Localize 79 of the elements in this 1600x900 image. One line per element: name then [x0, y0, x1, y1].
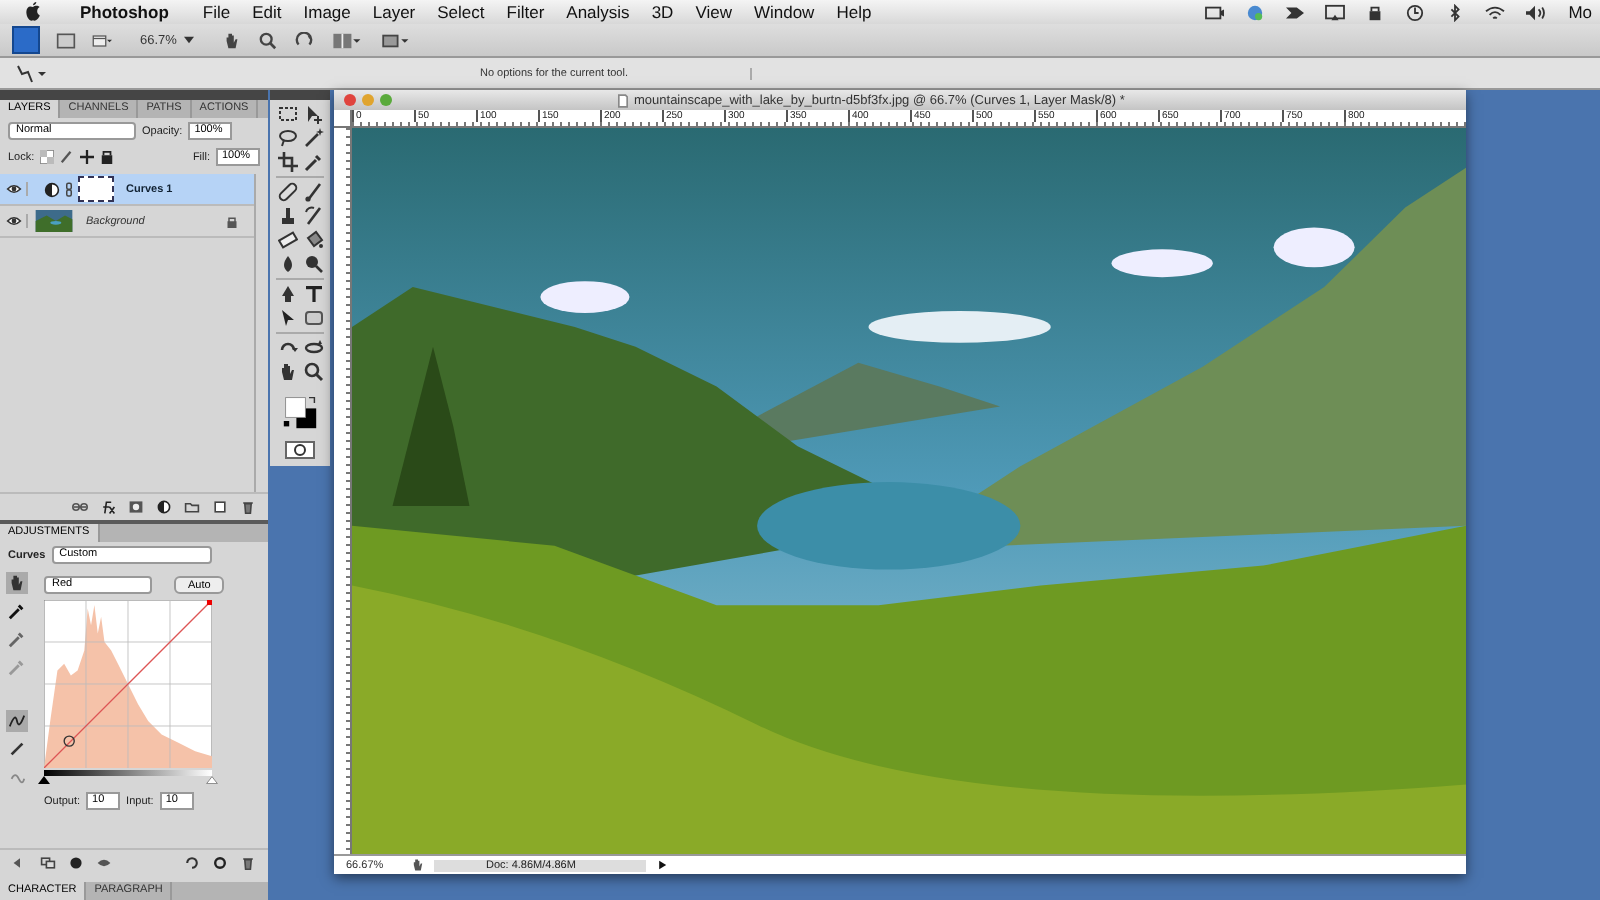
pointer-icon[interactable]	[277, 308, 297, 328]
crop-icon[interactable]	[277, 152, 297, 172]
landscape-thumbnail[interactable]	[34, 210, 74, 232]
hand-icon[interactable]	[6, 572, 28, 594]
tool-preset-icon[interactable]	[12, 61, 48, 85]
document-icon	[618, 93, 628, 107]
menu-item[interactable]: Layer	[372, 2, 416, 22]
clock-text[interactable]: Mo	[1568, 2, 1592, 22]
bucket-icon[interactable]	[303, 230, 323, 250]
screen-mode-icon[interactable]	[378, 31, 411, 49]
brush-icon[interactable]	[303, 182, 323, 202]
rotate-icon[interactable]	[294, 31, 315, 49]
wifi-icon[interactable]	[1484, 3, 1507, 21]
app-menu[interactable]: Photoshop	[80, 2, 169, 22]
lock-icon[interactable]	[100, 150, 115, 164]
apple-icon[interactable]	[24, 2, 42, 22]
menu-item[interactable]: Image	[303, 2, 351, 22]
brush-icon[interactable]	[60, 150, 75, 164]
curve-icon[interactable]	[6, 710, 28, 732]
arrow-icon[interactable]	[1284, 3, 1307, 21]
wand-icon[interactable]	[303, 128, 323, 148]
eyedropper-icon[interactable]	[303, 152, 323, 172]
close-button[interactable]	[344, 94, 356, 106]
hand-icon[interactable]	[222, 31, 243, 49]
menu-item[interactable]: 3D	[651, 2, 674, 22]
slider-handle[interactable]	[206, 776, 218, 784]
hand-icon[interactable]	[410, 858, 426, 872]
bandage-icon[interactable]	[277, 182, 297, 202]
chain-icon[interactable]	[66, 181, 72, 197]
caret-icon[interactable]	[184, 36, 195, 44]
menu-item[interactable]: View	[695, 2, 732, 22]
move-icon[interactable]	[80, 150, 95, 164]
hand-icon[interactable]	[277, 362, 297, 382]
menu-item[interactable]: Filter	[506, 2, 545, 22]
search-icon[interactable]	[258, 31, 279, 49]
undo-icon[interactable]	[184, 856, 200, 870]
eyedropper-icon[interactable]	[6, 600, 28, 622]
menu-item[interactable]: Window	[753, 2, 815, 22]
stamp-icon[interactable]	[277, 206, 297, 226]
circle-icon[interactable]	[68, 856, 84, 870]
half-circle-icon	[44, 181, 60, 197]
speaker-icon[interactable]	[1524, 3, 1547, 21]
lasso-icon[interactable]	[277, 128, 297, 148]
arrange-icon[interactable]	[330, 31, 363, 49]
menu-item[interactable]: Edit	[252, 2, 282, 22]
layers-icon[interactable]	[40, 856, 56, 870]
menu-item[interactable]: Select	[437, 2, 485, 22]
camera-icon[interactable]	[1204, 3, 1227, 21]
move-icon[interactable]	[303, 104, 323, 124]
eraser-icon[interactable]	[277, 230, 297, 250]
mask-thumbnail[interactable]	[78, 176, 114, 202]
search-icon[interactable]	[303, 362, 323, 382]
pencil-icon[interactable]	[6, 738, 28, 760]
history-brush-icon[interactable]	[303, 206, 323, 226]
bridge-icon[interactable]	[56, 31, 76, 49]
menu-item[interactable]: File	[202, 2, 231, 22]
half-circle-icon[interactable]	[156, 500, 172, 514]
shape-icon[interactable]	[303, 308, 323, 328]
quick-mask-icon[interactable]	[284, 440, 316, 460]
trash-icon[interactable]	[240, 856, 256, 870]
orbit-icon[interactable]	[303, 338, 323, 358]
type-tool-icon[interactable]	[303, 284, 323, 304]
reset-icon[interactable]	[212, 856, 228, 870]
folder-icon[interactable]	[184, 500, 200, 514]
screen-icon[interactable]	[1324, 3, 1347, 21]
window-layout-icon[interactable]	[92, 31, 112, 49]
slider-handle[interactable]	[38, 776, 50, 784]
menu-item[interactable]: Help	[836, 2, 872, 22]
menu-item[interactable]: Analysis	[566, 2, 630, 22]
mask-icon[interactable]	[128, 500, 144, 514]
marquee-icon[interactable]	[277, 104, 297, 124]
fx-icon[interactable]	[100, 500, 116, 514]
clock-icon[interactable]	[1404, 3, 1427, 21]
link-icon[interactable]	[72, 500, 88, 514]
color-swatches-icon[interactable]	[282, 394, 318, 430]
checkerboard-icon[interactable]	[40, 150, 55, 164]
new-layer-icon[interactable]	[212, 500, 228, 514]
play-icon[interactable]	[654, 858, 670, 872]
trash-icon[interactable]	[240, 500, 256, 514]
